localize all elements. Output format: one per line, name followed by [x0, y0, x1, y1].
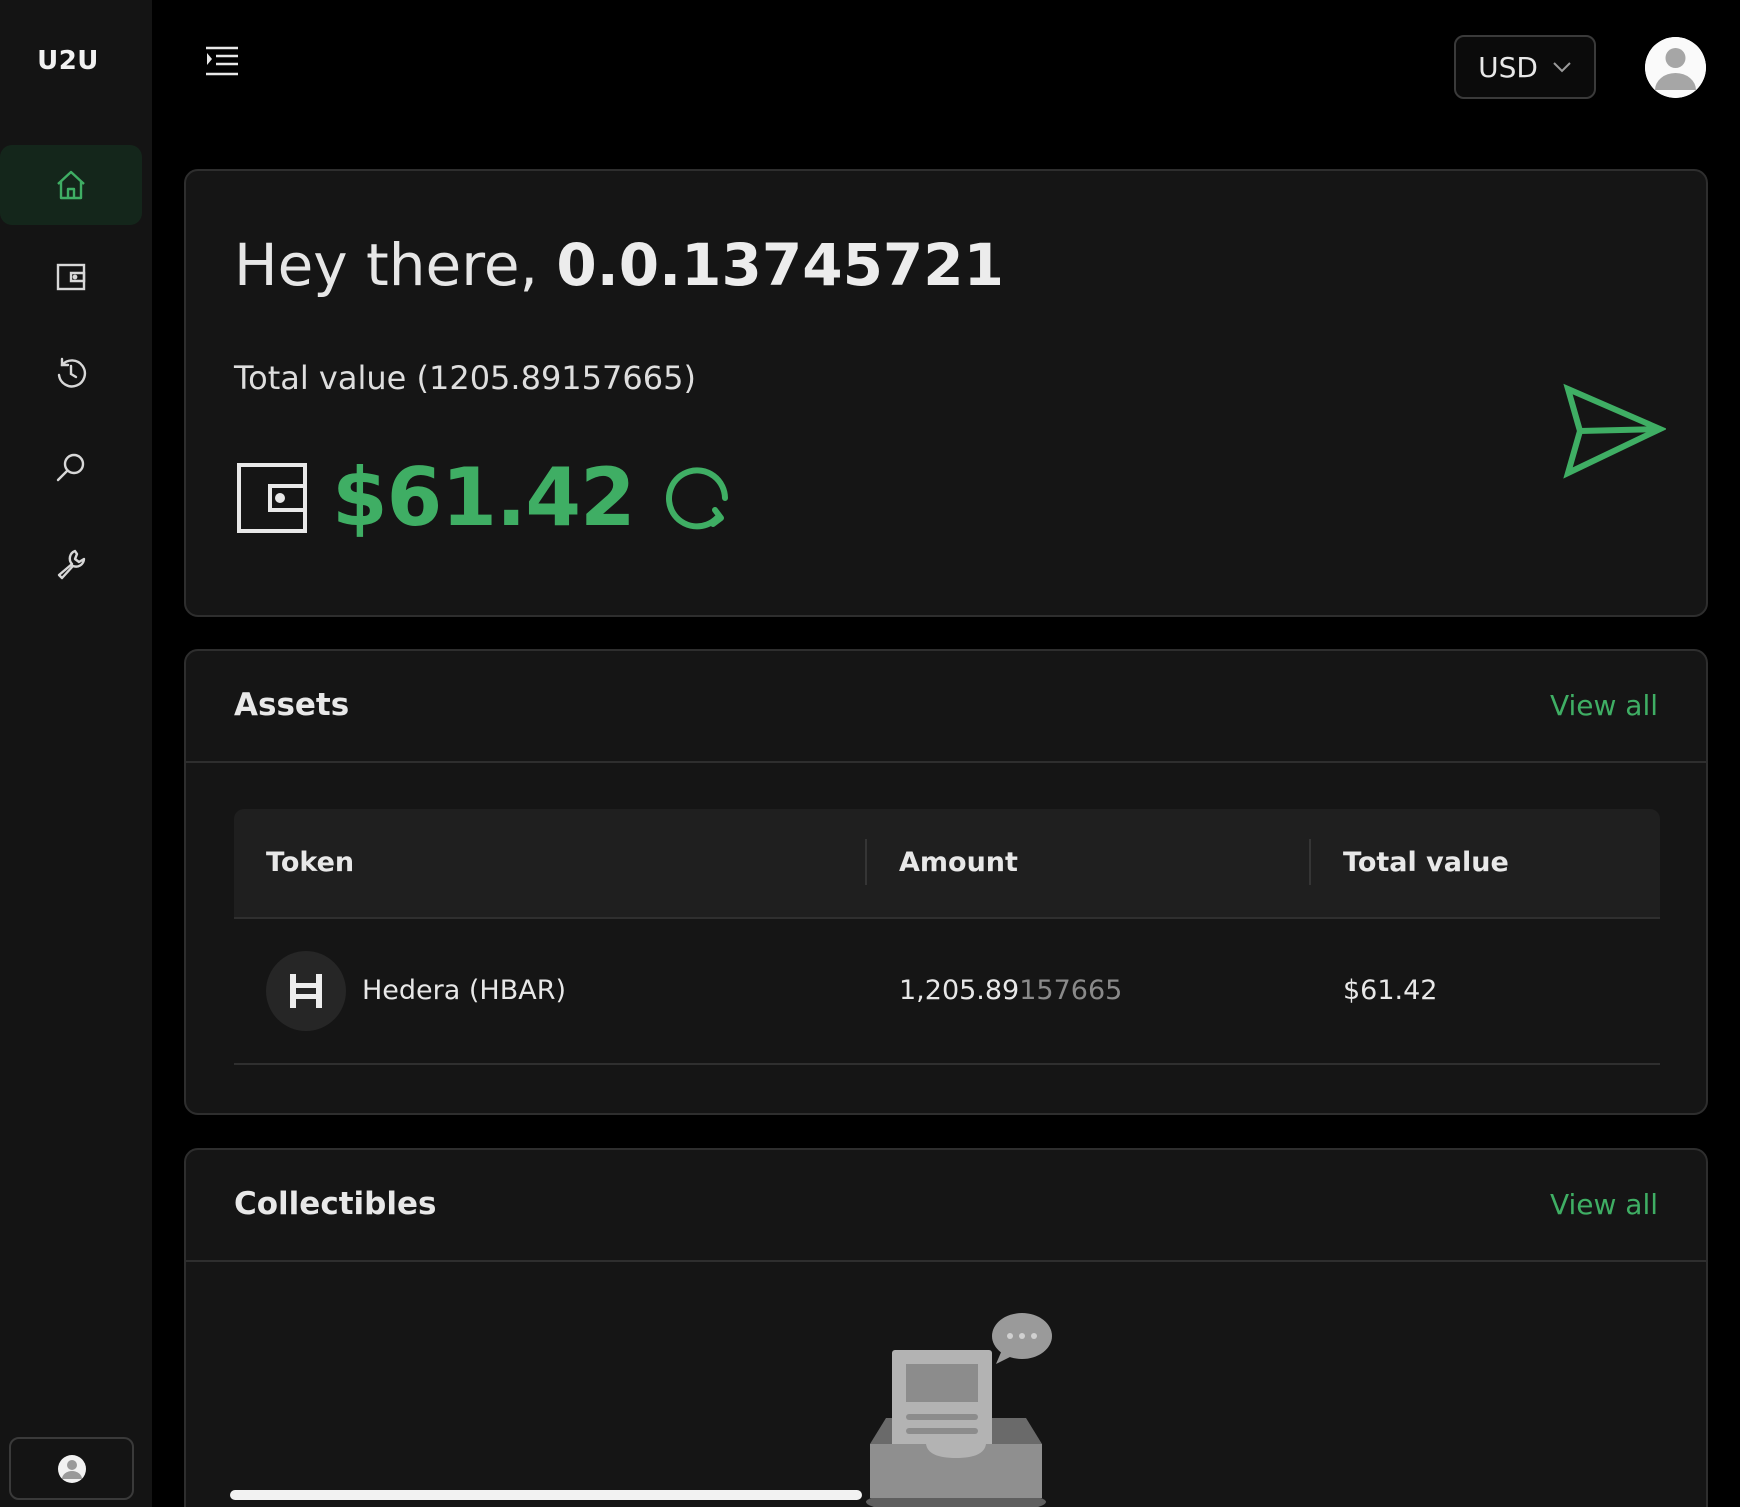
column-total-value[interactable]: Total value — [1343, 847, 1509, 878]
empty-inbox-illustration — [856, 1306, 1086, 1507]
sidebar: U2U — [0, 0, 152, 1507]
assets-title: Assets — [234, 687, 350, 723]
sidebar-user-button[interactable] — [9, 1437, 134, 1500]
history-icon — [57, 357, 87, 388]
send-button[interactable] — [1562, 383, 1668, 487]
column-amount[interactable]: Amount — [899, 847, 1018, 878]
user-icon — [1645, 37, 1706, 98]
balance-amount: $61.42 — [332, 451, 636, 544]
wrench-icon — [57, 549, 86, 580]
wallet-icon — [237, 462, 307, 533]
refresh-icon[interactable] — [659, 460, 735, 536]
home-icon — [57, 170, 85, 200]
sidebar-item-history[interactable] — [0, 333, 142, 413]
sidebar-item-search[interactable] — [0, 428, 142, 508]
horizontal-scrollbar[interactable] — [230, 1490, 862, 1500]
column-divider — [1309, 839, 1311, 885]
menu-toggle-button[interactable] — [204, 44, 240, 80]
user-icon — [57, 1454, 86, 1483]
column-divider — [865, 839, 867, 885]
amount-main: 1,205.89 — [899, 975, 1020, 1006]
balance-card: Hey there, 0.0.13745721 Total value (120… — [184, 169, 1708, 617]
balance-row: $61.42 — [236, 451, 735, 544]
chevron-down-icon — [1553, 62, 1571, 73]
menu-icon — [206, 46, 238, 76]
currency-value: USD — [1478, 50, 1538, 84]
assets-view-all-link[interactable]: View all — [1550, 689, 1658, 722]
collectibles-view-all-link[interactable]: View all — [1550, 1188, 1658, 1221]
wallet-icon — [56, 263, 86, 291]
search-icon — [56, 453, 85, 482]
collectibles-card: Collectibles View all — [184, 1148, 1708, 1507]
greeting: Hey there, 0.0.13745721 — [234, 231, 1004, 299]
currency-select[interactable]: USD — [1454, 35, 1596, 99]
collectibles-title: Collectibles — [234, 1186, 437, 1222]
assets-card: Assets View all Token Amount Total value… — [184, 649, 1708, 1115]
send-icon — [1563, 383, 1668, 479]
app-logo: U2U — [37, 46, 99, 76]
empty-state-icon — [866, 1313, 1052, 1507]
token-amount: 1,205.89157665 — [899, 975, 1122, 1006]
hbar-token-icon — [266, 951, 346, 1031]
hedera-logo-icon — [290, 974, 322, 1008]
account-id: 0.0.13745721 — [556, 231, 1005, 299]
assets-table: Token Amount Total value Hedera (HBAR) 1… — [234, 809, 1660, 1065]
avatar[interactable] — [1645, 37, 1706, 98]
column-token[interactable]: Token — [266, 847, 354, 878]
sidebar-item-home[interactable] — [0, 145, 142, 225]
greeting-prefix: Hey there, — [234, 231, 557, 299]
table-row[interactable]: Hedera (HBAR) 1,205.89157665 $61.42 — [234, 919, 1660, 1065]
token-total-value: $61.42 — [1343, 975, 1438, 1006]
amount-decimals: 157665 — [1019, 975, 1123, 1006]
token-name: Hedera (HBAR) — [362, 975, 567, 1006]
sidebar-item-wallet[interactable] — [0, 237, 142, 317]
assets-header: Assets View all — [186, 651, 1706, 763]
collectibles-header: Collectibles View all — [186, 1150, 1706, 1262]
total-value-label: Total value (1205.89157665) — [234, 359, 696, 397]
sidebar-item-tools[interactable] — [0, 524, 142, 604]
table-header: Token Amount Total value — [234, 809, 1660, 919]
